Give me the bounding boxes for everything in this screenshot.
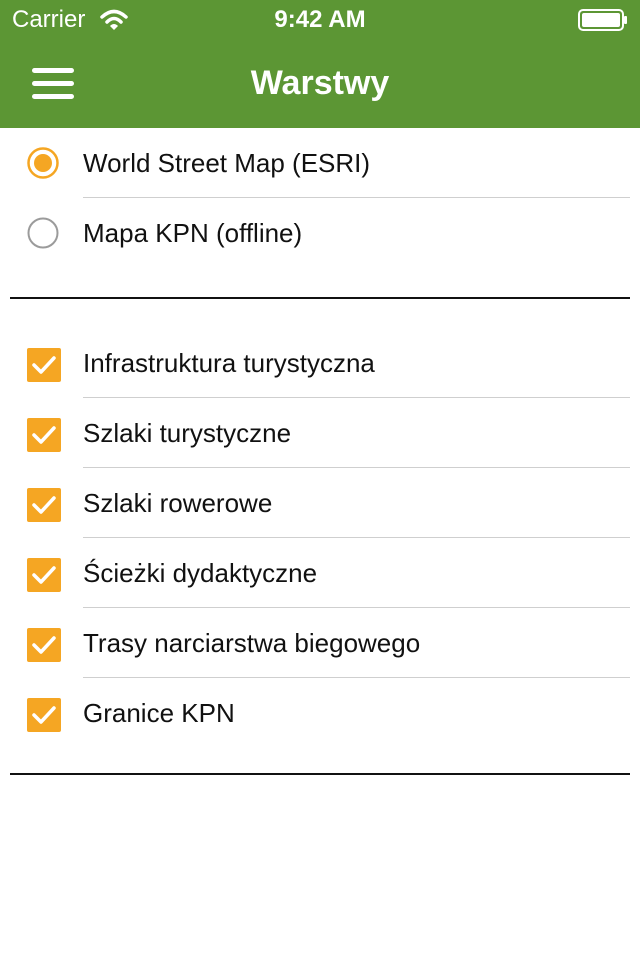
section-divider bbox=[10, 773, 630, 775]
overlay-layer-trasy-narciarstwa[interactable]: Trasy narciarstwa biegowego bbox=[0, 608, 640, 678]
overlay-layer-label: Szlaki rowerowe bbox=[83, 488, 273, 518]
radio-unselected-icon bbox=[27, 217, 59, 249]
overlay-layer-sciezki-dydaktyczne[interactable]: Ścieżki dydaktyczne bbox=[0, 538, 640, 608]
page-title: Warstwy bbox=[250, 64, 390, 102]
checkbox-checked-icon bbox=[27, 418, 61, 452]
section-divider bbox=[10, 297, 630, 299]
radio-selected-icon bbox=[27, 147, 59, 179]
status-time: 9:42 AM bbox=[274, 6, 366, 33]
checkbox-checked-icon bbox=[27, 488, 61, 522]
overlay-layer-szlaki-turystyczne[interactable]: Szlaki turystyczne bbox=[0, 398, 640, 468]
overlay-layer-szlaki-rowerowe[interactable]: Szlaki rowerowe bbox=[0, 468, 640, 538]
base-layer-option-kpn-offline[interactable]: Mapa KPN (offline) bbox=[0, 198, 640, 268]
base-layer-label: Mapa KPN (offline) bbox=[83, 218, 303, 248]
battery-icon bbox=[578, 9, 627, 31]
status-bar: Carrier 9:42 AM bbox=[0, 0, 640, 40]
overlay-layer-infrastruktura[interactable]: Infrastruktura turystyczna bbox=[0, 328, 640, 398]
overlay-layer-label: Trasy narciarstwa biegowego bbox=[83, 628, 421, 658]
overlay-layer-label: Szlaki turystyczne bbox=[83, 418, 292, 448]
checkbox-checked-icon bbox=[27, 558, 61, 592]
overlay-layer-granice-kpn[interactable]: Granice KPN bbox=[0, 678, 640, 748]
base-layer-label: World Street Map (ESRI) bbox=[83, 148, 371, 178]
overlay-layer-label: Infrastruktura turystyczna bbox=[83, 348, 375, 378]
overlay-layer-label: Ścieżki dydaktyczne bbox=[83, 558, 318, 588]
checkbox-checked-icon bbox=[27, 698, 61, 732]
overlay-layer-label: Granice KPN bbox=[83, 698, 235, 728]
nav-header: Carrier 9:42 AM Warstwy bbox=[0, 0, 640, 128]
checkbox-checked-icon bbox=[27, 628, 61, 662]
checkbox-checked-icon bbox=[27, 348, 61, 382]
base-layer-option-esri[interactable]: World Street Map (ESRI) bbox=[0, 128, 640, 198]
